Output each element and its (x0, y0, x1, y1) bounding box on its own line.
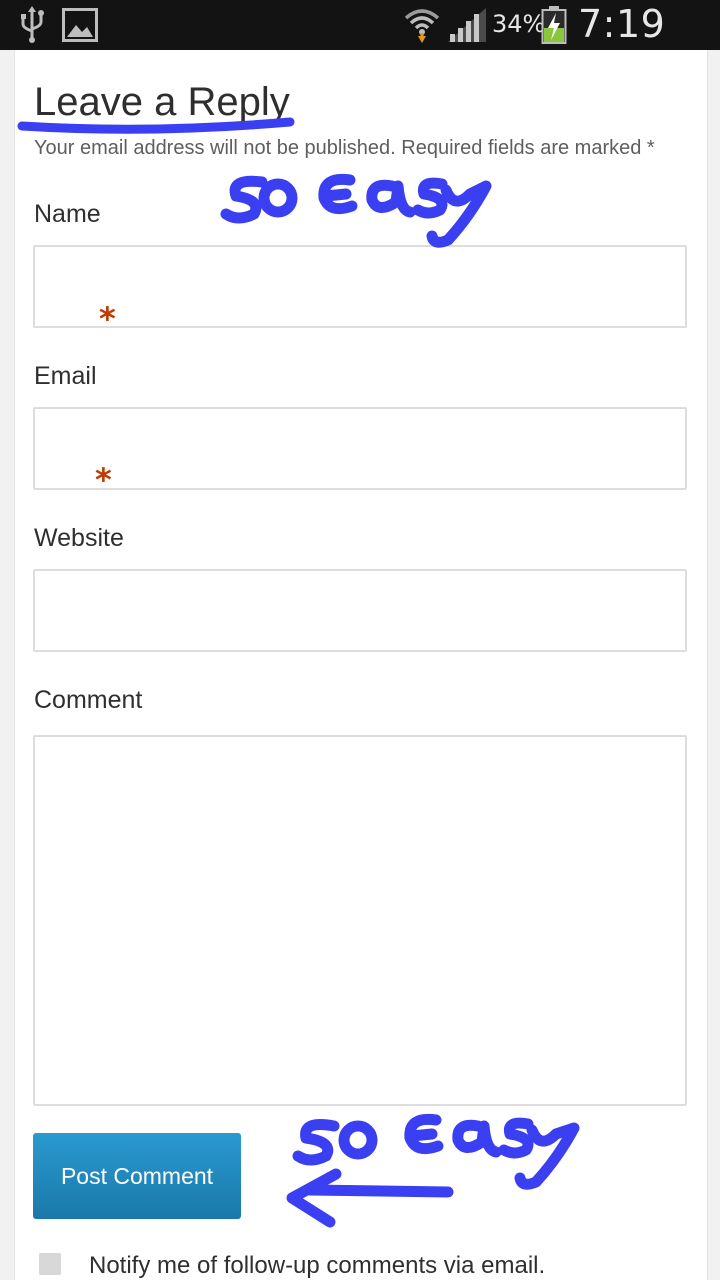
name-required-mark: * (99, 300, 116, 338)
notify-label: Notify me of follow-up comments via emai… (89, 1252, 546, 1279)
email-required-mark: * (95, 461, 112, 499)
usb-icon (21, 6, 44, 43)
comment-label: Comment (34, 686, 143, 714)
signal-icon (448, 8, 486, 42)
comment-notes: Your email address will not be published… (34, 137, 655, 159)
email-label: Email (34, 362, 97, 390)
wifi-icon (404, 9, 440, 43)
website-label: Website (34, 524, 124, 552)
image-icon (62, 8, 98, 42)
battery-charging-icon (541, 6, 567, 44)
name-field[interactable] (33, 245, 687, 328)
battery-percent: 34% (492, 10, 546, 38)
comment-textarea[interactable] (33, 735, 687, 1106)
name-label: Name (34, 200, 101, 228)
email-field[interactable] (33, 407, 687, 490)
website-field[interactable] (33, 569, 687, 652)
status-bar: 34% 7:19 PM (0, 0, 720, 90)
page-title: Leave a Reply (34, 80, 290, 124)
notify-checkbox[interactable] (39, 1253, 61, 1275)
post-comment-button[interactable]: Post Comment (33, 1133, 241, 1219)
comment-form-page: Leave a Reply Your email address will no… (14, 50, 708, 1280)
